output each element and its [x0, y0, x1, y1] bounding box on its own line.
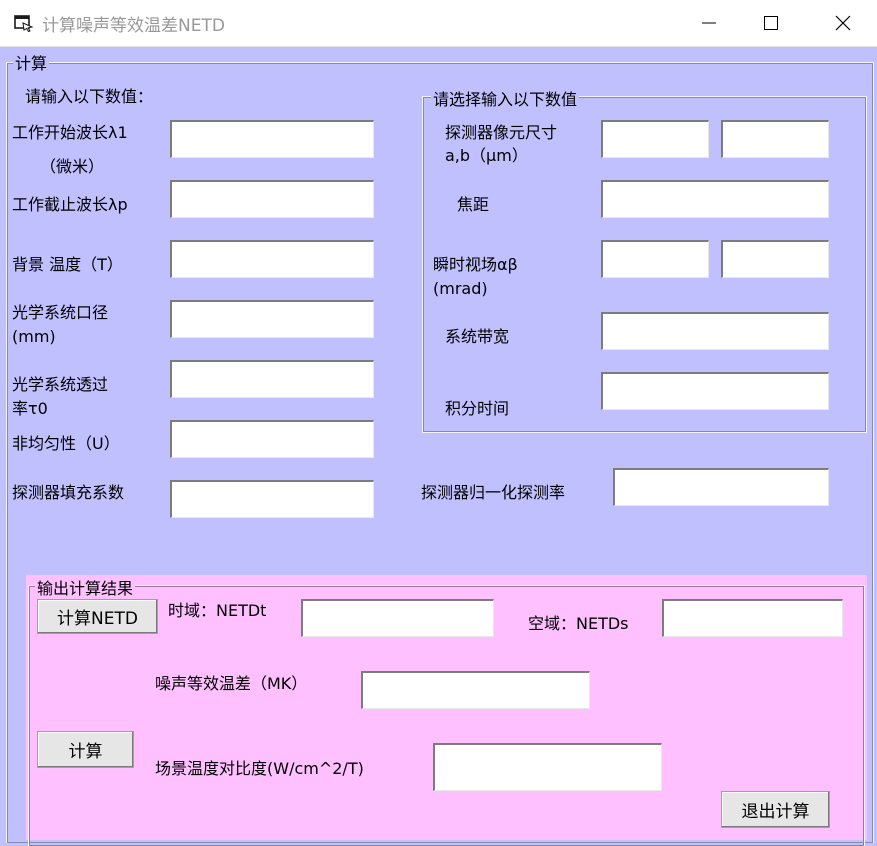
start-wavelength-input[interactable]	[170, 120, 374, 158]
aperture-label-line2: (mm)	[12, 327, 56, 346]
netd-mk-output[interactable]	[361, 671, 590, 709]
left-heading: 请输入以下数值：	[25, 87, 154, 106]
fill-factor-input[interactable]	[170, 480, 374, 518]
transmittance-input[interactable]	[170, 360, 374, 398]
maximize-button[interactable]	[738, 0, 804, 46]
pixel-size-b-input[interactable]	[721, 120, 829, 158]
pixel-size-label-line1: 探测器像元尺寸	[445, 123, 558, 142]
cutoff-wavelength-label: 工作截止波长λp	[12, 195, 128, 214]
aperture-input[interactable]	[170, 300, 374, 338]
netd-mk-label: 噪声等效温差（MK）	[155, 674, 308, 693]
minimize-icon	[702, 22, 716, 24]
bandwidth-label: 系统带宽	[445, 327, 510, 346]
minimize-button[interactable]	[676, 0, 742, 46]
integration-time-input[interactable]	[601, 372, 829, 410]
transmittance-label-line1: 光学系统透过	[12, 375, 109, 394]
cutoff-wavelength-input[interactable]	[170, 180, 374, 218]
focal-length-label: 焦距	[457, 195, 490, 214]
start-wavelength-label: 工作开始波长λ1	[12, 123, 128, 142]
contrast-label: 场景温度对比度(W/cm^2/T)	[155, 759, 364, 778]
nonuniformity-label: 非均匀性（U）	[12, 434, 120, 453]
ifov-beta-input[interactable]	[721, 240, 829, 278]
space-domain-label: 空域：NETDs	[528, 614, 629, 633]
pixel-size-label-line2: a,b（μm）	[445, 146, 528, 165]
ifov-label-line1: 瞬时视场αβ	[433, 255, 518, 274]
integration-time-label: 积分时间	[445, 399, 510, 418]
close-icon	[835, 15, 851, 31]
optional-inputs-title: 请选择输入以下数值	[431, 86, 580, 110]
calc-netd-button[interactable]: 计算NETD	[37, 599, 158, 634]
time-domain-label: 时域：NETDt	[168, 601, 267, 620]
background-temp-label: 背景 温度（T）	[12, 255, 123, 274]
detectivity-label: 探测器归一化探测率	[421, 483, 566, 502]
background-temp-input[interactable]	[170, 240, 374, 278]
fill-factor-label: 探测器填充系数	[12, 483, 125, 502]
exit-button[interactable]: 退出计算	[721, 791, 830, 828]
ifov-label-line2: (mrad)	[433, 279, 488, 298]
contrast-output[interactable]	[433, 743, 662, 791]
maximize-icon	[764, 16, 778, 30]
calc-button[interactable]: 计算	[37, 731, 134, 768]
space-domain-output[interactable]	[662, 599, 843, 637]
pixel-size-a-input[interactable]	[601, 120, 709, 158]
bandwidth-input[interactable]	[601, 312, 829, 350]
aperture-label-line1: 光学系统口径	[12, 303, 109, 322]
main-group-title: 计算	[13, 50, 50, 74]
detectivity-input[interactable]	[613, 468, 829, 506]
title-bar: 计算噪声等效温差NETD	[0, 0, 877, 47]
ifov-alpha-input[interactable]	[601, 240, 709, 278]
output-group-title: 输出计算结果	[35, 575, 136, 599]
focal-length-input[interactable]	[601, 180, 829, 218]
start-wavelength-unit: （微米）	[40, 157, 105, 176]
app-window-icon	[14, 14, 34, 33]
output-panel: 输出计算结果 计算NETD 时域：NETDt 空域：NETDs 噪声等效温差（M…	[26, 575, 867, 846]
nonuniformity-input[interactable]	[170, 420, 374, 458]
close-button[interactable]	[810, 0, 876, 46]
time-domain-output[interactable]	[301, 599, 494, 637]
window-title: 计算噪声等效温差NETD	[42, 16, 225, 36]
transmittance-label-line2: 率τ0	[12, 399, 48, 418]
